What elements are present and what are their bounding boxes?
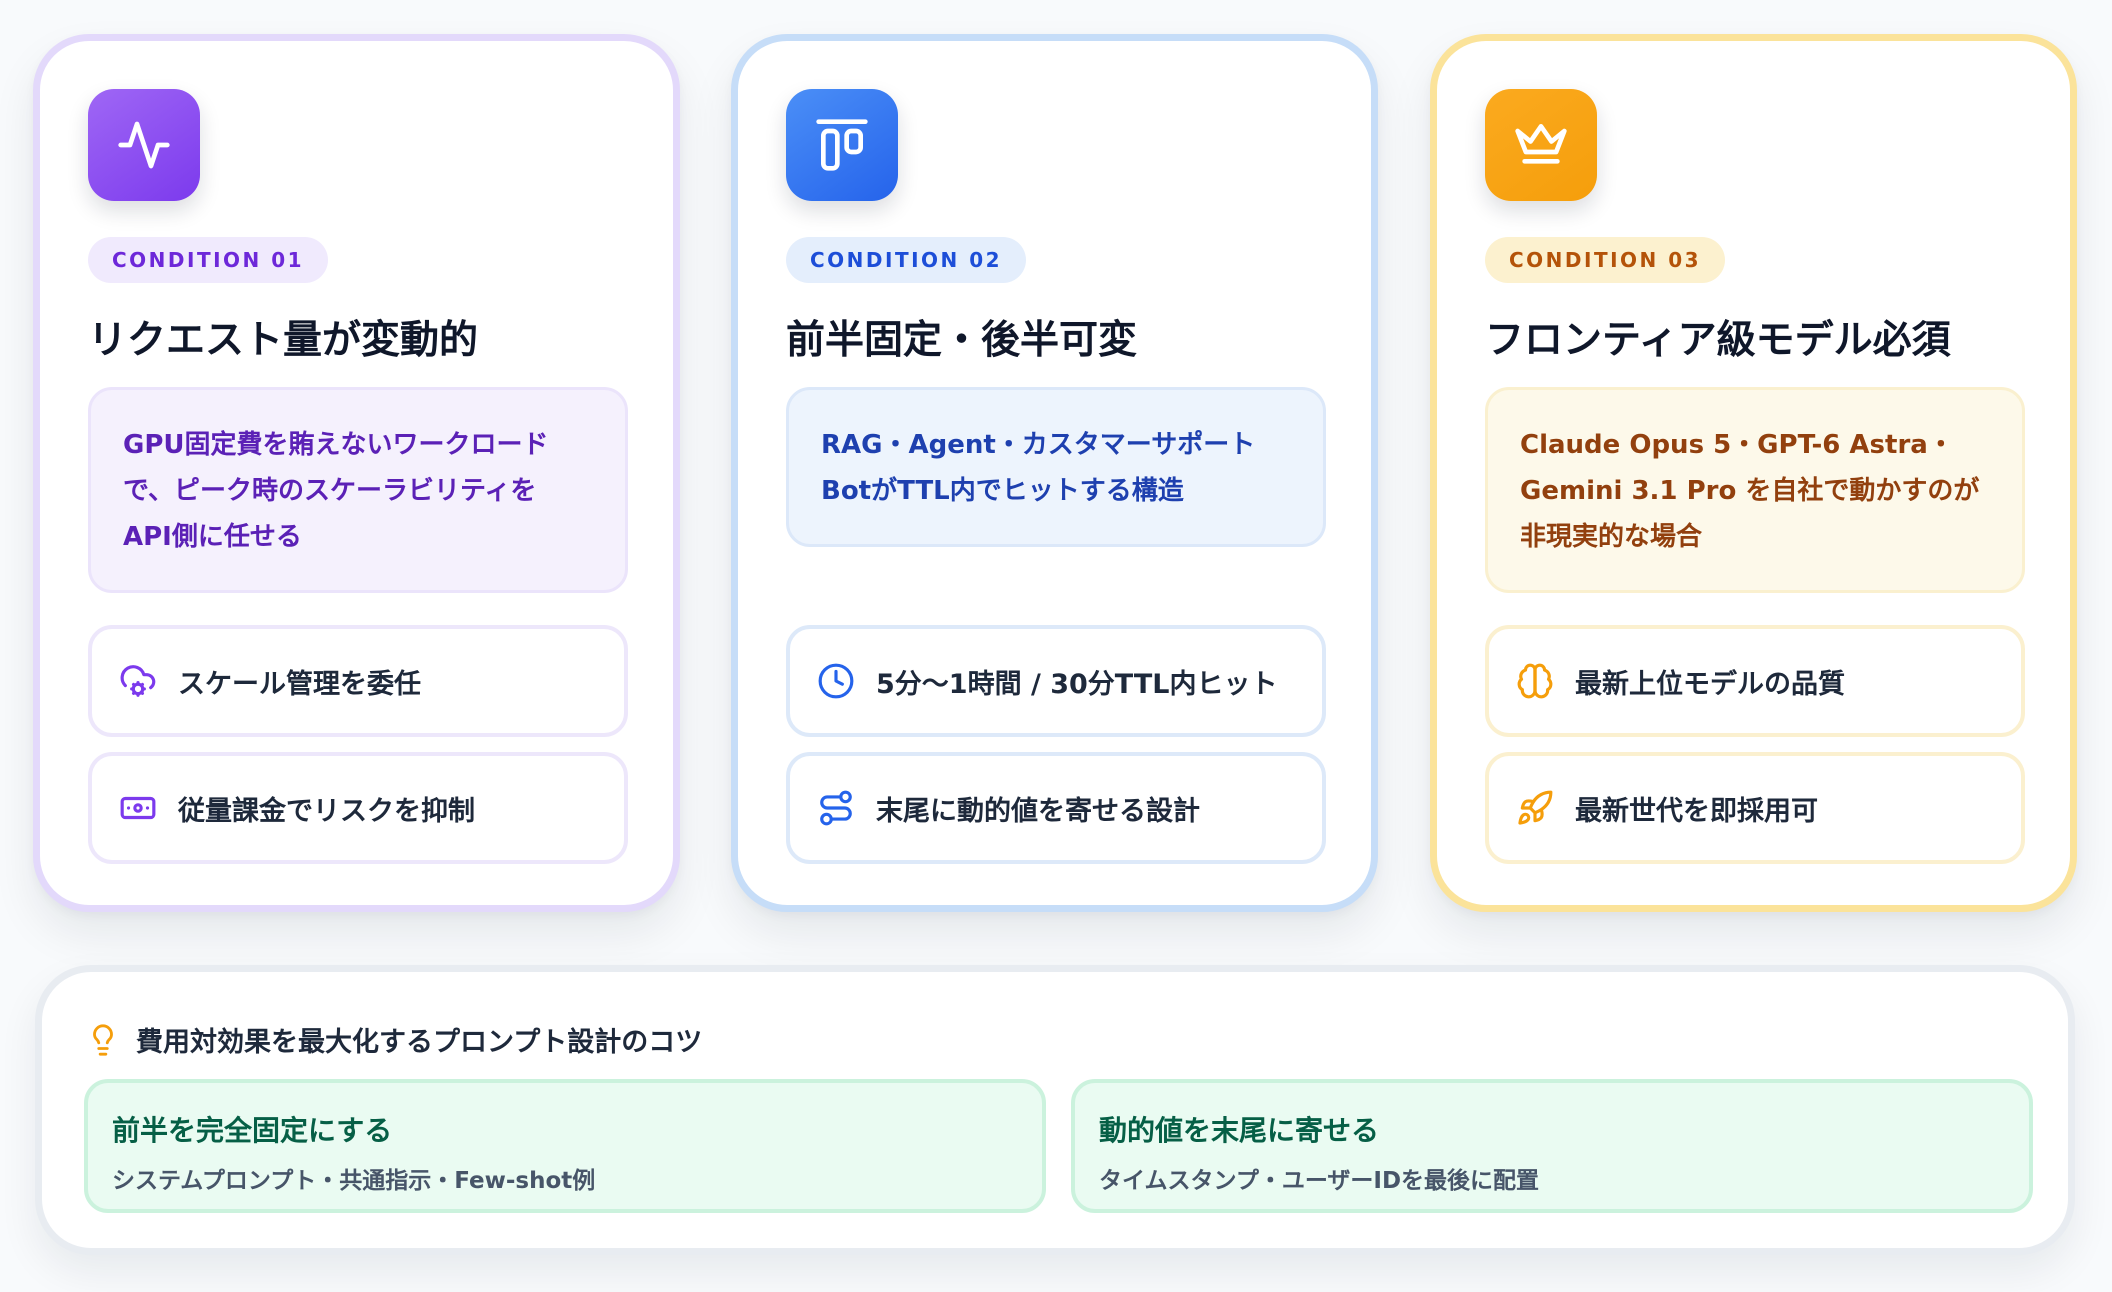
card-description: RAG・Agent・カスタマーサポート BotがTTL内でヒットする構造 (786, 387, 1326, 547)
feature-item: スケール管理を委任 (88, 625, 628, 737)
brain-icon (1515, 661, 1555, 701)
feature-label: 5分〜1時間 / 30分TTL内ヒット (876, 668, 1278, 700)
description-line: で、ピーク時のスケーラビリティを (123, 476, 537, 506)
feature-item: 最新世代を即採用可 (1485, 752, 2025, 864)
condition-cards: CONDITION 01 リクエスト量が変動的 GPU固定費を賄えないワークロー… (0, 0, 2112, 940)
card-title: リクエスト量が変動的 (88, 318, 479, 363)
feature-label: 従量課金でリスクを抑制 (178, 795, 475, 827)
description-line: GPU固定費を賄えないワークロード (123, 430, 549, 460)
align-top-icon (786, 89, 898, 201)
description-line: BotがTTL内でヒットする構造 (821, 476, 1184, 506)
tips-panel: 費用対効果を最大化するプロンプト設計のコツ 前半を完全固定にする システムプロン… (35, 965, 2075, 1255)
tip-title: 動的値を末尾に寄せる (1099, 1114, 1380, 1147)
feature-item: 従量課金でリスクを抑制 (88, 752, 628, 864)
feature-label: スケール管理を委任 (178, 668, 421, 700)
rocket-icon (1515, 788, 1555, 828)
description-line: RAG・Agent・カスタマーサポート (821, 430, 1256, 460)
condition-badge: CONDITION 03 (1485, 237, 1726, 283)
activity-icon (88, 89, 200, 201)
card-description: GPU固定費を賄えないワークロード で、ピーク時のスケーラビリティを API側に… (88, 387, 628, 593)
cloud-cog-icon (118, 661, 158, 701)
description-line: Claude Opus 5・GPT-6 Astra・ (1520, 430, 1954, 460)
card-description: Claude Opus 5・GPT-6 Astra・ Gemini 3.1 Pr… (1485, 387, 2025, 593)
tip-subtitle: システムプロンプト・共通指示・Few-shot例 (112, 1168, 596, 1194)
banknote-icon (118, 788, 158, 828)
condition-badge: CONDITION 02 (786, 237, 1027, 283)
feature-item: 末尾に動的値を寄せる設計 (786, 752, 1326, 864)
description-line: API側に任せる (123, 522, 302, 552)
condition-card-01: CONDITION 01 リクエスト量が変動的 GPU固定費を賄えないワークロー… (33, 34, 680, 912)
tip-subtitle: タイムスタンプ・ユーザーIDを最後に配置 (1099, 1168, 1540, 1194)
feature-item: 最新上位モデルの品質 (1485, 625, 2025, 737)
feature-label: 最新上位モデルの品質 (1575, 668, 1845, 700)
condition-badge: CONDITION 01 (88, 237, 329, 283)
description-line: 非現実的な場合 (1520, 522, 1703, 552)
feature-item: 5分〜1時間 / 30分TTL内ヒット (786, 625, 1326, 737)
tips-title: 費用対効果を最大化するプロンプト設計のコツ (136, 1027, 703, 1058)
card-title: フロンティア級モデル必須 (1485, 318, 1951, 363)
route-icon (816, 788, 856, 828)
feature-label: 最新世代を即採用可 (1575, 795, 1818, 827)
tip-title: 前半を完全固定にする (112, 1114, 393, 1147)
condition-card-02: CONDITION 02 前半固定・後半可変 RAG・Agent・カスタマーサポ… (731, 34, 1378, 912)
tip-item: 前半を完全固定にする システムプロンプト・共通指示・Few-shot例 (84, 1079, 1046, 1213)
card-title: 前半固定・後半可変 (786, 318, 1138, 363)
condition-card-03: CONDITION 03 フロンティア級モデル必須 Claude Opus 5・… (1430, 34, 2077, 912)
description-line: Gemini 3.1 Pro を自社で動かすのが (1520, 476, 1980, 506)
crown-icon (1485, 89, 1597, 201)
feature-label: 末尾に動的値を寄せる設計 (876, 795, 1200, 827)
clock-icon (816, 661, 856, 701)
tip-item: 動的値を末尾に寄せる タイムスタンプ・ユーザーIDを最後に配置 (1071, 1079, 2033, 1213)
tips-header: 費用対効果を最大化するプロンプト設計のコツ (86, 1020, 702, 1059)
lightbulb-icon (86, 1023, 120, 1057)
